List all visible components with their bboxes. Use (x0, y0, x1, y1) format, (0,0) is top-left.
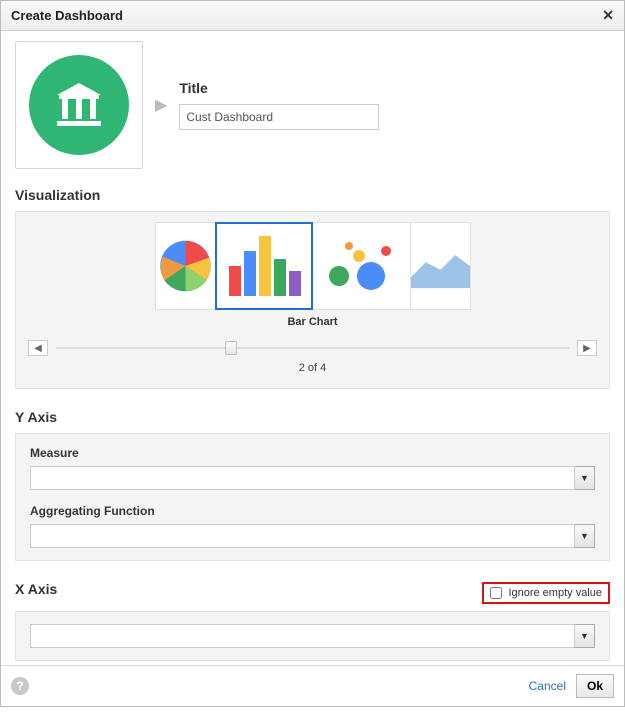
title-input[interactable] (179, 104, 379, 130)
y-axis-label: Y Axis (15, 409, 610, 425)
viz-slider-thumb[interactable] (225, 341, 237, 355)
visualization-counter: 2 of 4 (28, 362, 597, 374)
top-row: ▶ Title (15, 41, 610, 169)
bank-icon (29, 55, 129, 155)
viz-item-bubble[interactable] (313, 222, 411, 310)
viz-next-button[interactable]: ▶ (577, 340, 597, 356)
viz-slider-track[interactable] (56, 347, 569, 349)
chevron-right-icon: ▶ (155, 95, 167, 115)
visualization-panel: Bar Chart ◀ ▶ 2 of 4 (15, 211, 610, 389)
agg-combo: ▼ (30, 524, 595, 548)
x-axis-header: X Axis Ignore empty value (15, 581, 610, 605)
title-label: Title (179, 80, 610, 96)
cancel-button[interactable]: Cancel (529, 679, 566, 693)
measure-dropdown-button[interactable]: ▼ (575, 466, 595, 490)
title-block: Title (179, 80, 610, 130)
viz-item-bar[interactable] (215, 222, 313, 310)
x-axis-combo: ▼ (30, 624, 595, 648)
viz-item-pie[interactable] (155, 222, 215, 310)
dashboard-icon-frame[interactable] (15, 41, 143, 169)
visualization-slider-row: ◀ ▶ (28, 340, 597, 356)
ok-button[interactable]: Ok (576, 674, 614, 698)
x-axis-input[interactable] (30, 624, 575, 648)
dialog-header: Create Dashboard ✕ (1, 1, 624, 31)
measure-input[interactable] (30, 466, 575, 490)
dialog-footer: ? Cancel Ok (1, 665, 624, 706)
dialog-title: Create Dashboard (11, 8, 123, 23)
agg-input[interactable] (30, 524, 575, 548)
visualization-caption: Bar Chart (28, 316, 597, 328)
ignore-empty-checkbox[interactable] (490, 587, 502, 599)
x-axis-panel: ▼ (15, 611, 610, 661)
agg-label: Aggregating Function (30, 504, 595, 518)
dialog-body[interactable]: ▶ Title Visualization (1, 31, 624, 665)
x-axis-label: X Axis (15, 581, 57, 597)
agg-dropdown-button[interactable]: ▼ (575, 524, 595, 548)
measure-combo: ▼ (30, 466, 595, 490)
measure-label: Measure (30, 446, 595, 460)
visualization-label: Visualization (15, 187, 610, 203)
visualization-strip (28, 222, 597, 310)
help-icon[interactable]: ? (11, 677, 29, 695)
viz-prev-button[interactable]: ◀ (28, 340, 48, 356)
ignore-empty-highlight: Ignore empty value (482, 582, 610, 604)
y-axis-panel: Measure ▼ Aggregating Function ▼ (15, 433, 610, 561)
ignore-empty-label: Ignore empty value (508, 587, 602, 599)
close-icon[interactable]: ✕ (602, 7, 614, 24)
create-dashboard-dialog: Create Dashboard ✕ ▶ Title (0, 0, 625, 707)
x-axis-dropdown-button[interactable]: ▼ (575, 624, 595, 648)
viz-item-area[interactable] (411, 222, 471, 310)
footer-buttons: Cancel Ok (529, 674, 614, 698)
